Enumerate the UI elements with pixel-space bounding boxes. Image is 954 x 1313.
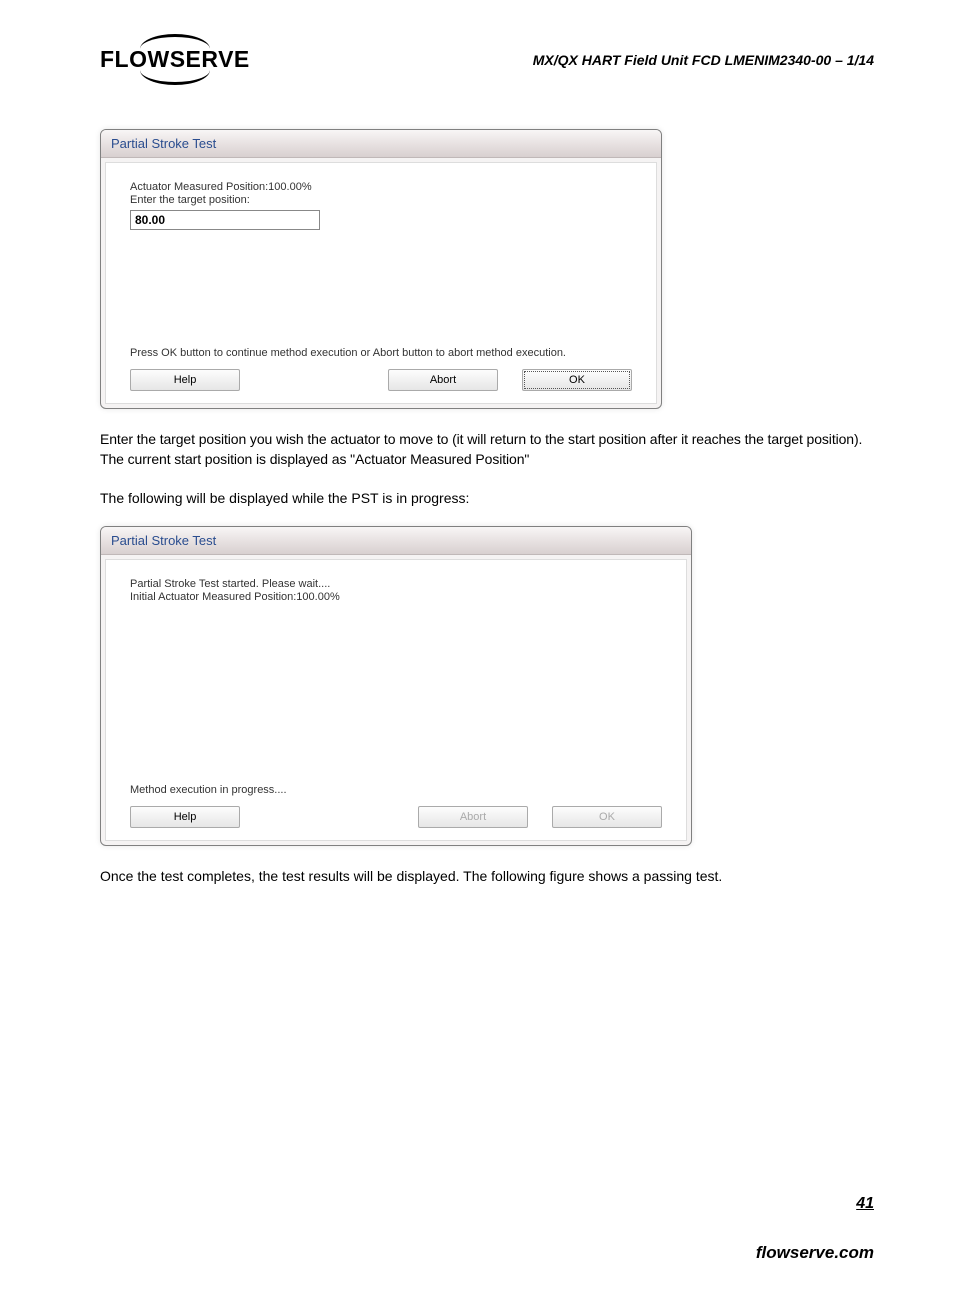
page-header: FLOWSERVE MX/QX HART Field Unit FCD LMEN…: [100, 40, 874, 79]
instruction-text: Press OK button to continue method execu…: [130, 347, 632, 359]
help-button[interactable]: Help: [130, 369, 240, 391]
paragraph-progress-intro: The following will be displayed while th…: [100, 488, 874, 508]
ok-button[interactable]: OK: [522, 369, 632, 391]
flowserve-logo: FLOWSERVE: [100, 40, 250, 79]
dialog-title: Partial Stroke Test: [101, 130, 661, 158]
paragraph-test-complete: Once the test completes, the test result…: [100, 866, 874, 886]
help-button[interactable]: Help: [130, 806, 240, 828]
pst-started-label: Partial Stroke Test started. Please wait…: [130, 578, 662, 590]
initial-measured-label: Initial Actuator Measured Position:100.0…: [130, 591, 662, 603]
document-title: MX/QX HART Field Unit FCD LMENIM2340-00 …: [533, 52, 874, 68]
target-position-input[interactable]: [130, 210, 320, 230]
partial-stroke-test-dialog-progress: Partial Stroke Test Partial Stroke Test …: [100, 526, 692, 846]
dialog-title: Partial Stroke Test: [101, 527, 691, 555]
ok-button: OK: [552, 806, 662, 828]
partial-stroke-test-dialog-input: Partial Stroke Test Actuator Measured Po…: [100, 129, 662, 409]
paragraph-enter-target: Enter the target position you wish the a…: [100, 429, 874, 470]
abort-button[interactable]: Abort: [388, 369, 498, 391]
abort-button: Abort: [418, 806, 528, 828]
method-progress-text: Method execution in progress....: [130, 784, 662, 796]
footer-site: flowserve.com: [756, 1243, 874, 1263]
measured-position-label: Actuator Measured Position:100.00%: [130, 181, 632, 193]
enter-target-label: Enter the target position:: [130, 194, 632, 206]
page-number: 41: [856, 1195, 874, 1213]
